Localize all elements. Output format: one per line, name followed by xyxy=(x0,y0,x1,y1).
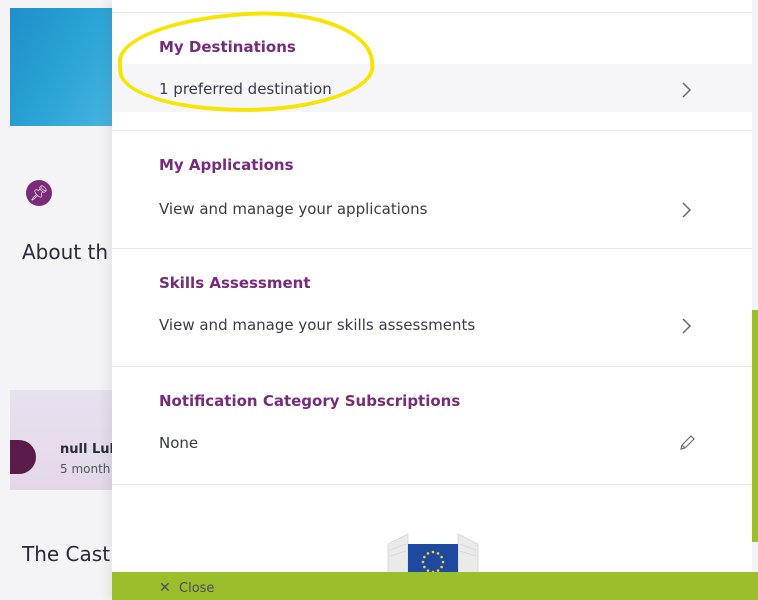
menu-item-subtitle: 1 preferred destination xyxy=(159,80,332,98)
castle-heading: The Cast xyxy=(22,542,111,566)
close-icon[interactable]: ✕ xyxy=(159,580,171,596)
menu-item-skills-assessment[interactable]: Skills Assessment View and manage your s… xyxy=(112,248,752,366)
author-time: 5 month xyxy=(60,462,111,476)
chevron-right-icon[interactable] xyxy=(680,202,694,218)
european-commission-logo xyxy=(382,520,502,580)
menu-item-subtitle: View and manage your applications xyxy=(159,200,428,218)
menu-item-title: My Applications xyxy=(159,156,294,174)
chevron-right-icon[interactable] xyxy=(680,82,694,98)
pencil-icon[interactable] xyxy=(678,434,695,450)
menu-item-notification-subscriptions[interactable]: Notification Category Subscriptions None xyxy=(112,366,752,484)
profile-panel: My Destinations 1 preferred destination … xyxy=(112,0,752,600)
close-bar[interactable]: ✕ Close xyxy=(112,572,758,600)
menu-item-subtitle: View and manage your skills assessments xyxy=(159,316,476,334)
pin-icon[interactable]: 📌︎ xyxy=(26,180,52,206)
menu-item-title: Notification Category Subscriptions xyxy=(159,392,461,410)
close-label[interactable]: Close xyxy=(179,581,214,596)
divider xyxy=(112,484,752,485)
menu-item-title: Skills Assessment xyxy=(159,274,311,292)
author-name: null Luk xyxy=(60,442,119,457)
about-heading: About th xyxy=(22,240,109,264)
chevron-right-icon[interactable] xyxy=(680,318,694,334)
hero-image xyxy=(10,8,120,126)
menu-item-my-applications[interactable]: My Applications View and manage your app… xyxy=(112,130,752,248)
menu-item-my-destinations[interactable]: My Destinations 1 preferred destination xyxy=(112,12,752,130)
menu-item-title: My Destinations xyxy=(159,38,296,56)
menu-item-subtitle: None xyxy=(159,434,199,452)
